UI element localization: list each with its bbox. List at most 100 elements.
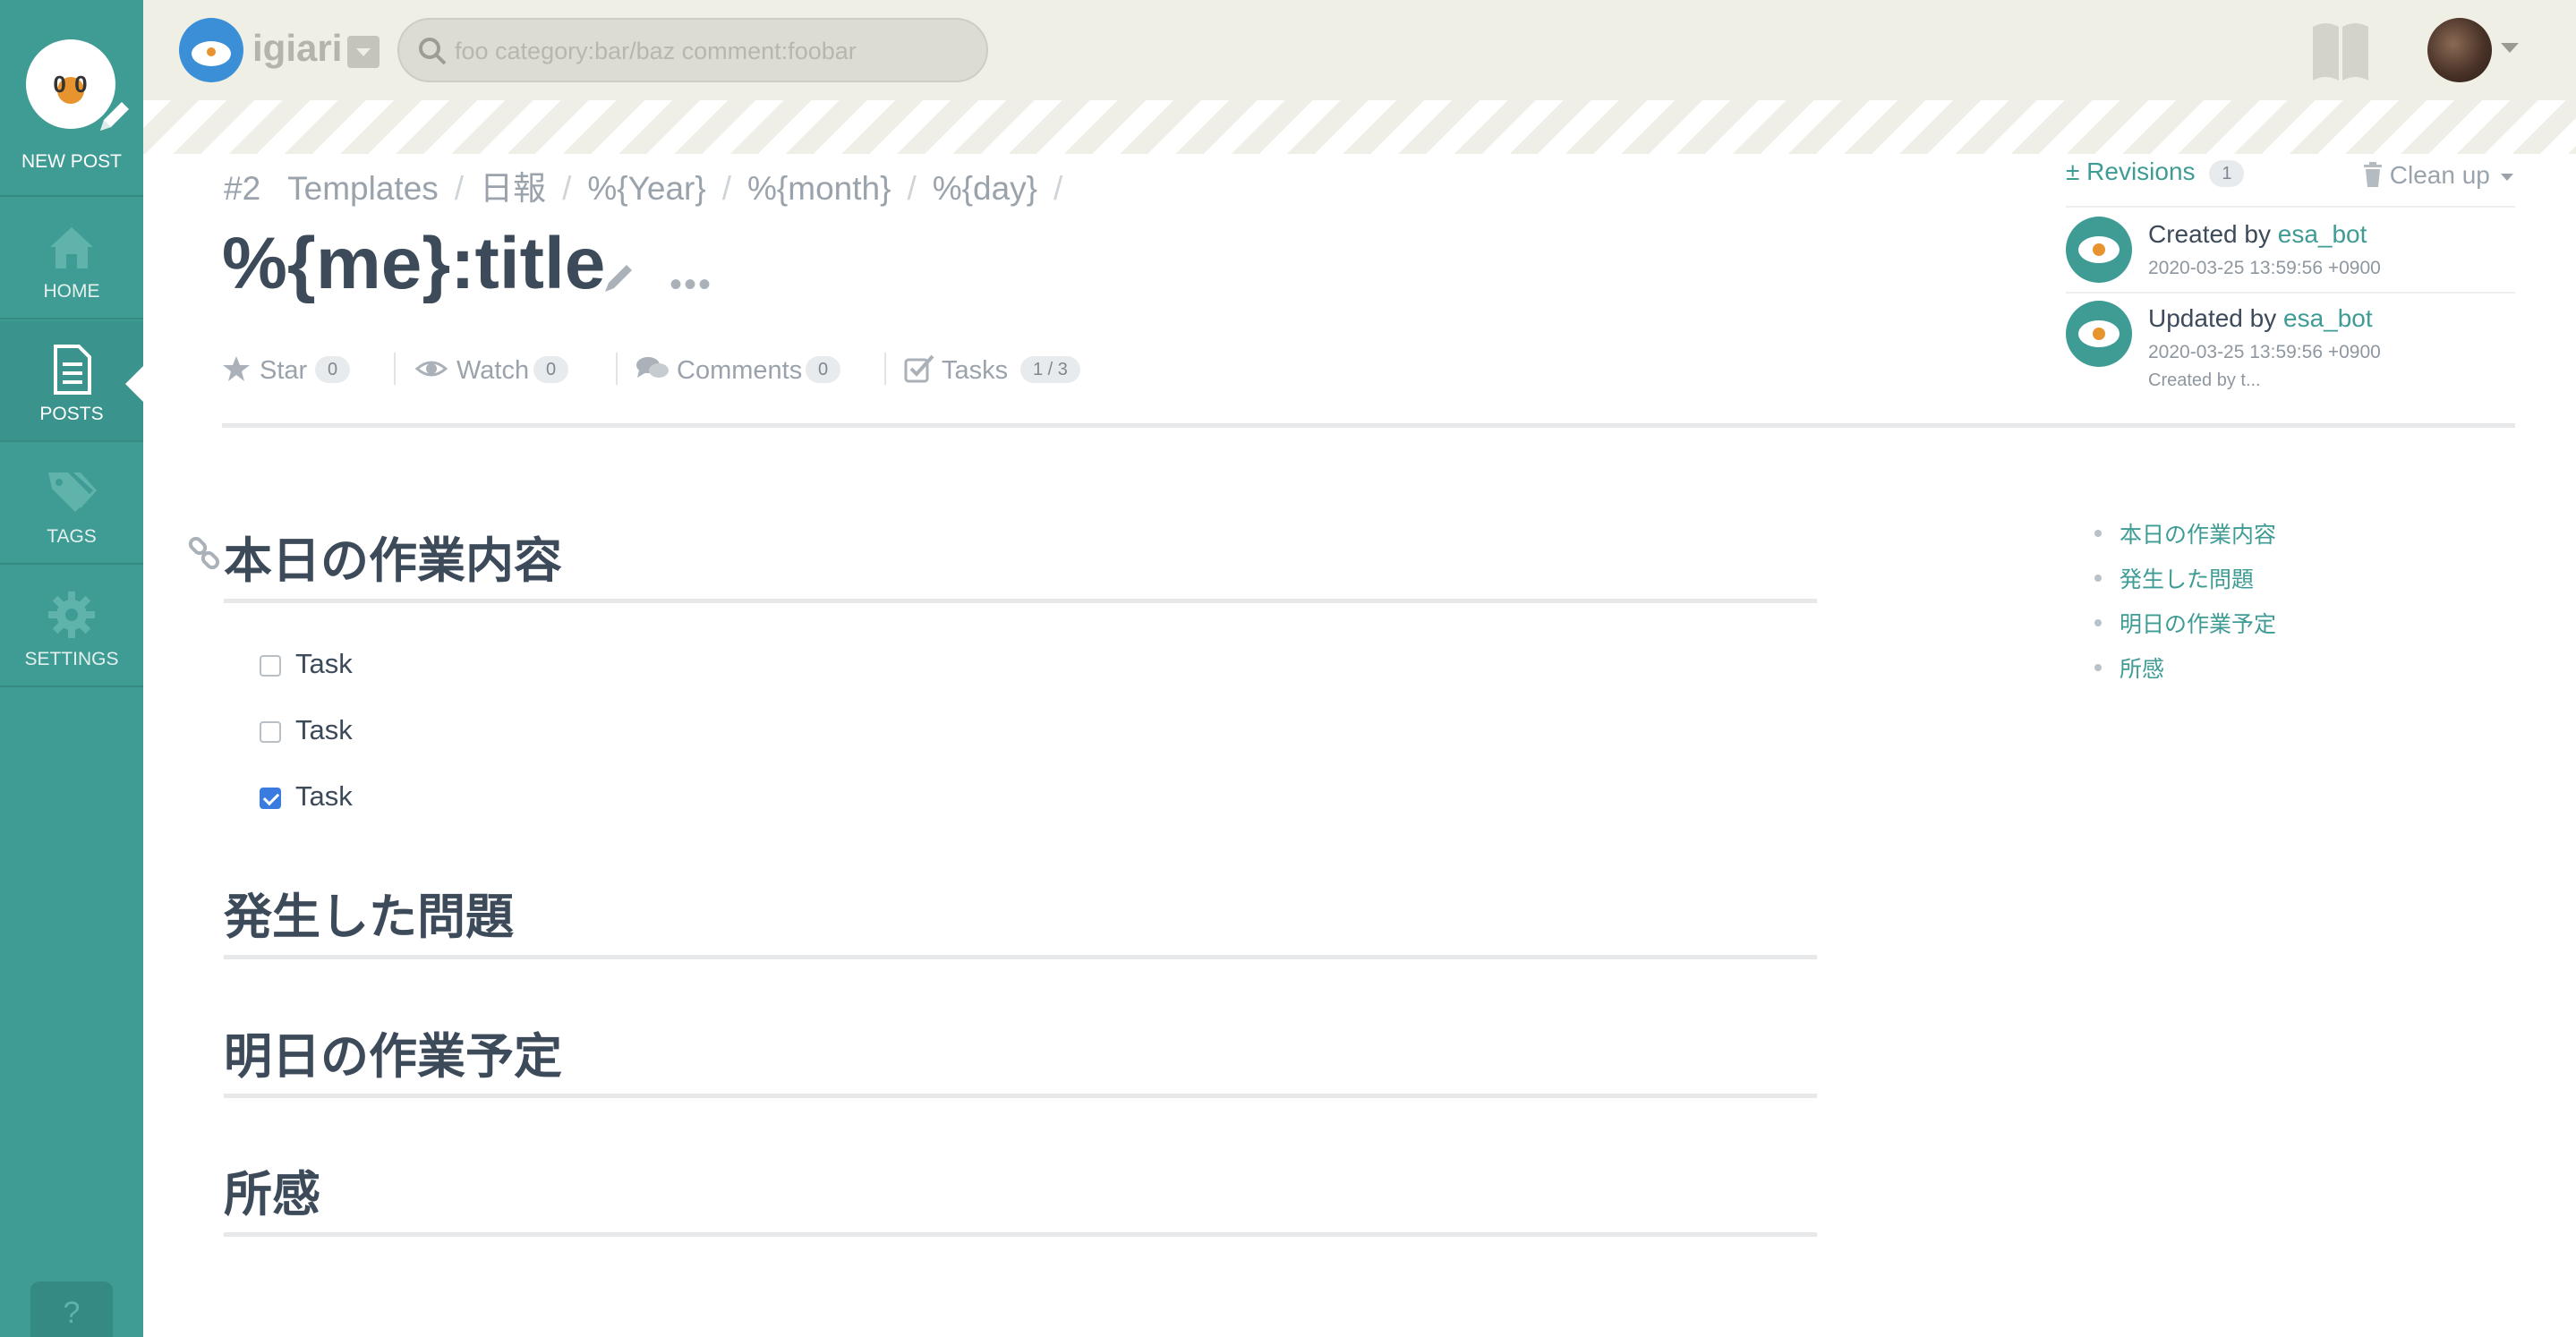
task-checkbox[interactable] bbox=[260, 721, 281, 743]
star-count-badge: 0 bbox=[315, 356, 351, 383]
sidebar-item-label: POSTS bbox=[39, 404, 104, 424]
toc-item[interactable]: 本日の作業内容 bbox=[2094, 517, 2276, 562]
chevron-down-icon bbox=[2500, 173, 2513, 181]
toc-item[interactable]: 明日の作業予定 bbox=[2094, 607, 2276, 651]
task-label: Task bbox=[295, 648, 353, 679]
new-post-button[interactable]: 0 0 NEW POST bbox=[0, 0, 143, 197]
created-label: Created by bbox=[2148, 220, 2278, 248]
divider bbox=[2066, 206, 2515, 208]
post-number: #2 bbox=[224, 170, 261, 207]
breadcrumb: #2 Templates / 日報 / %{Year} / %{month} / %{day} / bbox=[224, 161, 1079, 209]
divider bbox=[222, 423, 2515, 428]
breadcrumb-item[interactable]: Templates bbox=[287, 170, 439, 208]
star-label: Star bbox=[260, 356, 308, 385]
search-bar bbox=[397, 18, 988, 82]
checkbox-icon bbox=[904, 354, 934, 390]
user-menu-chevron-down-icon[interactable] bbox=[2501, 43, 2519, 53]
timestamp: 2020-03-25 13:59:56 +0900 bbox=[2148, 342, 2381, 362]
breadcrumb-item[interactable]: %{month} bbox=[747, 170, 891, 208]
breadcrumb-item[interactable]: %{day} bbox=[933, 170, 1037, 208]
eye-icon bbox=[414, 354, 448, 390]
section-heading: 本日の作業内容 bbox=[224, 534, 562, 588]
sidebar-item-tags[interactable]: TAGS bbox=[0, 444, 143, 565]
revisions-count-badge: 1 bbox=[2209, 159, 2245, 187]
header-stripe bbox=[143, 100, 2576, 154]
sidebar-item-label: HOME bbox=[43, 281, 100, 302]
sidebar-item-home[interactable]: HOME bbox=[0, 199, 143, 319]
breadcrumb-item[interactable]: 日報 bbox=[480, 161, 546, 209]
divider bbox=[224, 599, 1817, 603]
comments-label: Comments bbox=[677, 356, 803, 385]
table-of-contents: 本日の作業内容 発生した問題 明日の作業予定 所感 bbox=[2094, 517, 2276, 696]
book-icon[interactable] bbox=[2309, 18, 2372, 87]
gear-icon bbox=[45, 588, 98, 642]
created-activity: Created by esa_bot 2020-03-25 13:59:56 +… bbox=[2066, 217, 2515, 288]
bot-avatar[interactable] bbox=[2066, 301, 2132, 367]
updated-activity: Updated by esa_bot 2020-03-25 13:59:56 +… bbox=[2066, 301, 2515, 399]
comments-button[interactable]: Comments 0 bbox=[635, 349, 904, 392]
user-link[interactable]: esa_bot bbox=[2283, 304, 2373, 332]
trash-icon bbox=[2363, 161, 2390, 189]
star-icon bbox=[222, 354, 251, 390]
search-input[interactable] bbox=[455, 32, 965, 70]
timestamp: 2020-03-25 13:59:56 +0900 bbox=[2148, 258, 2381, 278]
team-switcher-chevron-down-icon[interactable] bbox=[347, 36, 380, 68]
revision-note: Created by t... bbox=[2148, 370, 2261, 390]
section-heading: 所感 bbox=[224, 1168, 320, 1222]
breadcrumb-item[interactable]: %{Year} bbox=[587, 170, 705, 208]
document-icon bbox=[45, 343, 98, 396]
toc-item[interactable]: 所感 bbox=[2094, 651, 2276, 696]
task-checkbox[interactable] bbox=[260, 655, 281, 677]
tasks-count-badge: 1 / 3 bbox=[1020, 356, 1080, 383]
tasks-button[interactable]: Tasks 1 / 3 bbox=[904, 349, 1137, 392]
user-link[interactable]: esa_bot bbox=[2278, 220, 2367, 248]
star-button[interactable]: Star 0 bbox=[222, 349, 374, 392]
section-heading: 発生した問題 bbox=[224, 890, 514, 944]
sidebar: 0 0 NEW POST HOME POSTS TAGS SETTINGS ? bbox=[0, 0, 143, 1337]
active-indicator bbox=[125, 366, 143, 402]
watch-button[interactable]: Watch 0 bbox=[414, 349, 621, 392]
sidebar-item-label: TAGS bbox=[47, 526, 97, 547]
link-anchor-icon[interactable] bbox=[186, 536, 222, 577]
task-label: Task bbox=[295, 780, 353, 812]
divider bbox=[224, 1232, 1817, 1237]
home-icon bbox=[45, 220, 98, 274]
revisions-label: Revisions bbox=[2086, 158, 2196, 185]
top-header: igiari bbox=[143, 0, 2576, 100]
divider bbox=[224, 955, 1817, 959]
divider bbox=[394, 353, 396, 385]
toc-item[interactable]: 発生した問題 bbox=[2094, 562, 2276, 607]
comments-icon bbox=[635, 354, 670, 390]
plus-minus-icon: ± bbox=[2066, 158, 2080, 185]
revisions-link[interactable]: ± Revisions 1 bbox=[2066, 158, 2245, 187]
watch-label: Watch bbox=[456, 356, 530, 385]
team-logo[interactable] bbox=[179, 18, 243, 82]
sidebar-item-posts[interactable]: POSTS bbox=[0, 321, 143, 442]
divider bbox=[616, 353, 618, 385]
bot-avatar[interactable] bbox=[2066, 217, 2132, 283]
comments-count-badge: 0 bbox=[806, 356, 841, 383]
updated-label: Updated by bbox=[2148, 304, 2283, 332]
divider bbox=[2066, 292, 2515, 294]
divider bbox=[224, 1094, 1817, 1098]
more-options-icon[interactable]: ••• bbox=[670, 265, 712, 305]
pencil-icon bbox=[93, 97, 134, 142]
sidebar-item-settings[interactable]: SETTINGS bbox=[0, 566, 143, 687]
search-icon bbox=[417, 36, 448, 71]
help-button[interactable]: ? bbox=[30, 1282, 113, 1337]
divider bbox=[884, 353, 886, 385]
tags-icon bbox=[45, 465, 98, 519]
page-title: %{me}:title bbox=[222, 223, 606, 304]
edit-pencil-icon[interactable] bbox=[601, 260, 637, 300]
new-post-label: NEW POST bbox=[21, 151, 122, 172]
tasks-label: Tasks bbox=[942, 356, 1009, 385]
cleanup-label: Clean up bbox=[2389, 161, 2490, 189]
task-checkbox-checked[interactable] bbox=[260, 788, 281, 809]
task-label: Task bbox=[295, 714, 353, 745]
team-name[interactable]: igiari bbox=[252, 27, 342, 70]
section-heading: 明日の作業予定 bbox=[224, 1030, 562, 1084]
watch-count-badge: 0 bbox=[533, 356, 569, 383]
sidebar-item-label: SETTINGS bbox=[24, 649, 119, 669]
cleanup-dropdown[interactable]: Clean up bbox=[2363, 161, 2513, 190]
user-avatar[interactable] bbox=[2427, 18, 2492, 82]
